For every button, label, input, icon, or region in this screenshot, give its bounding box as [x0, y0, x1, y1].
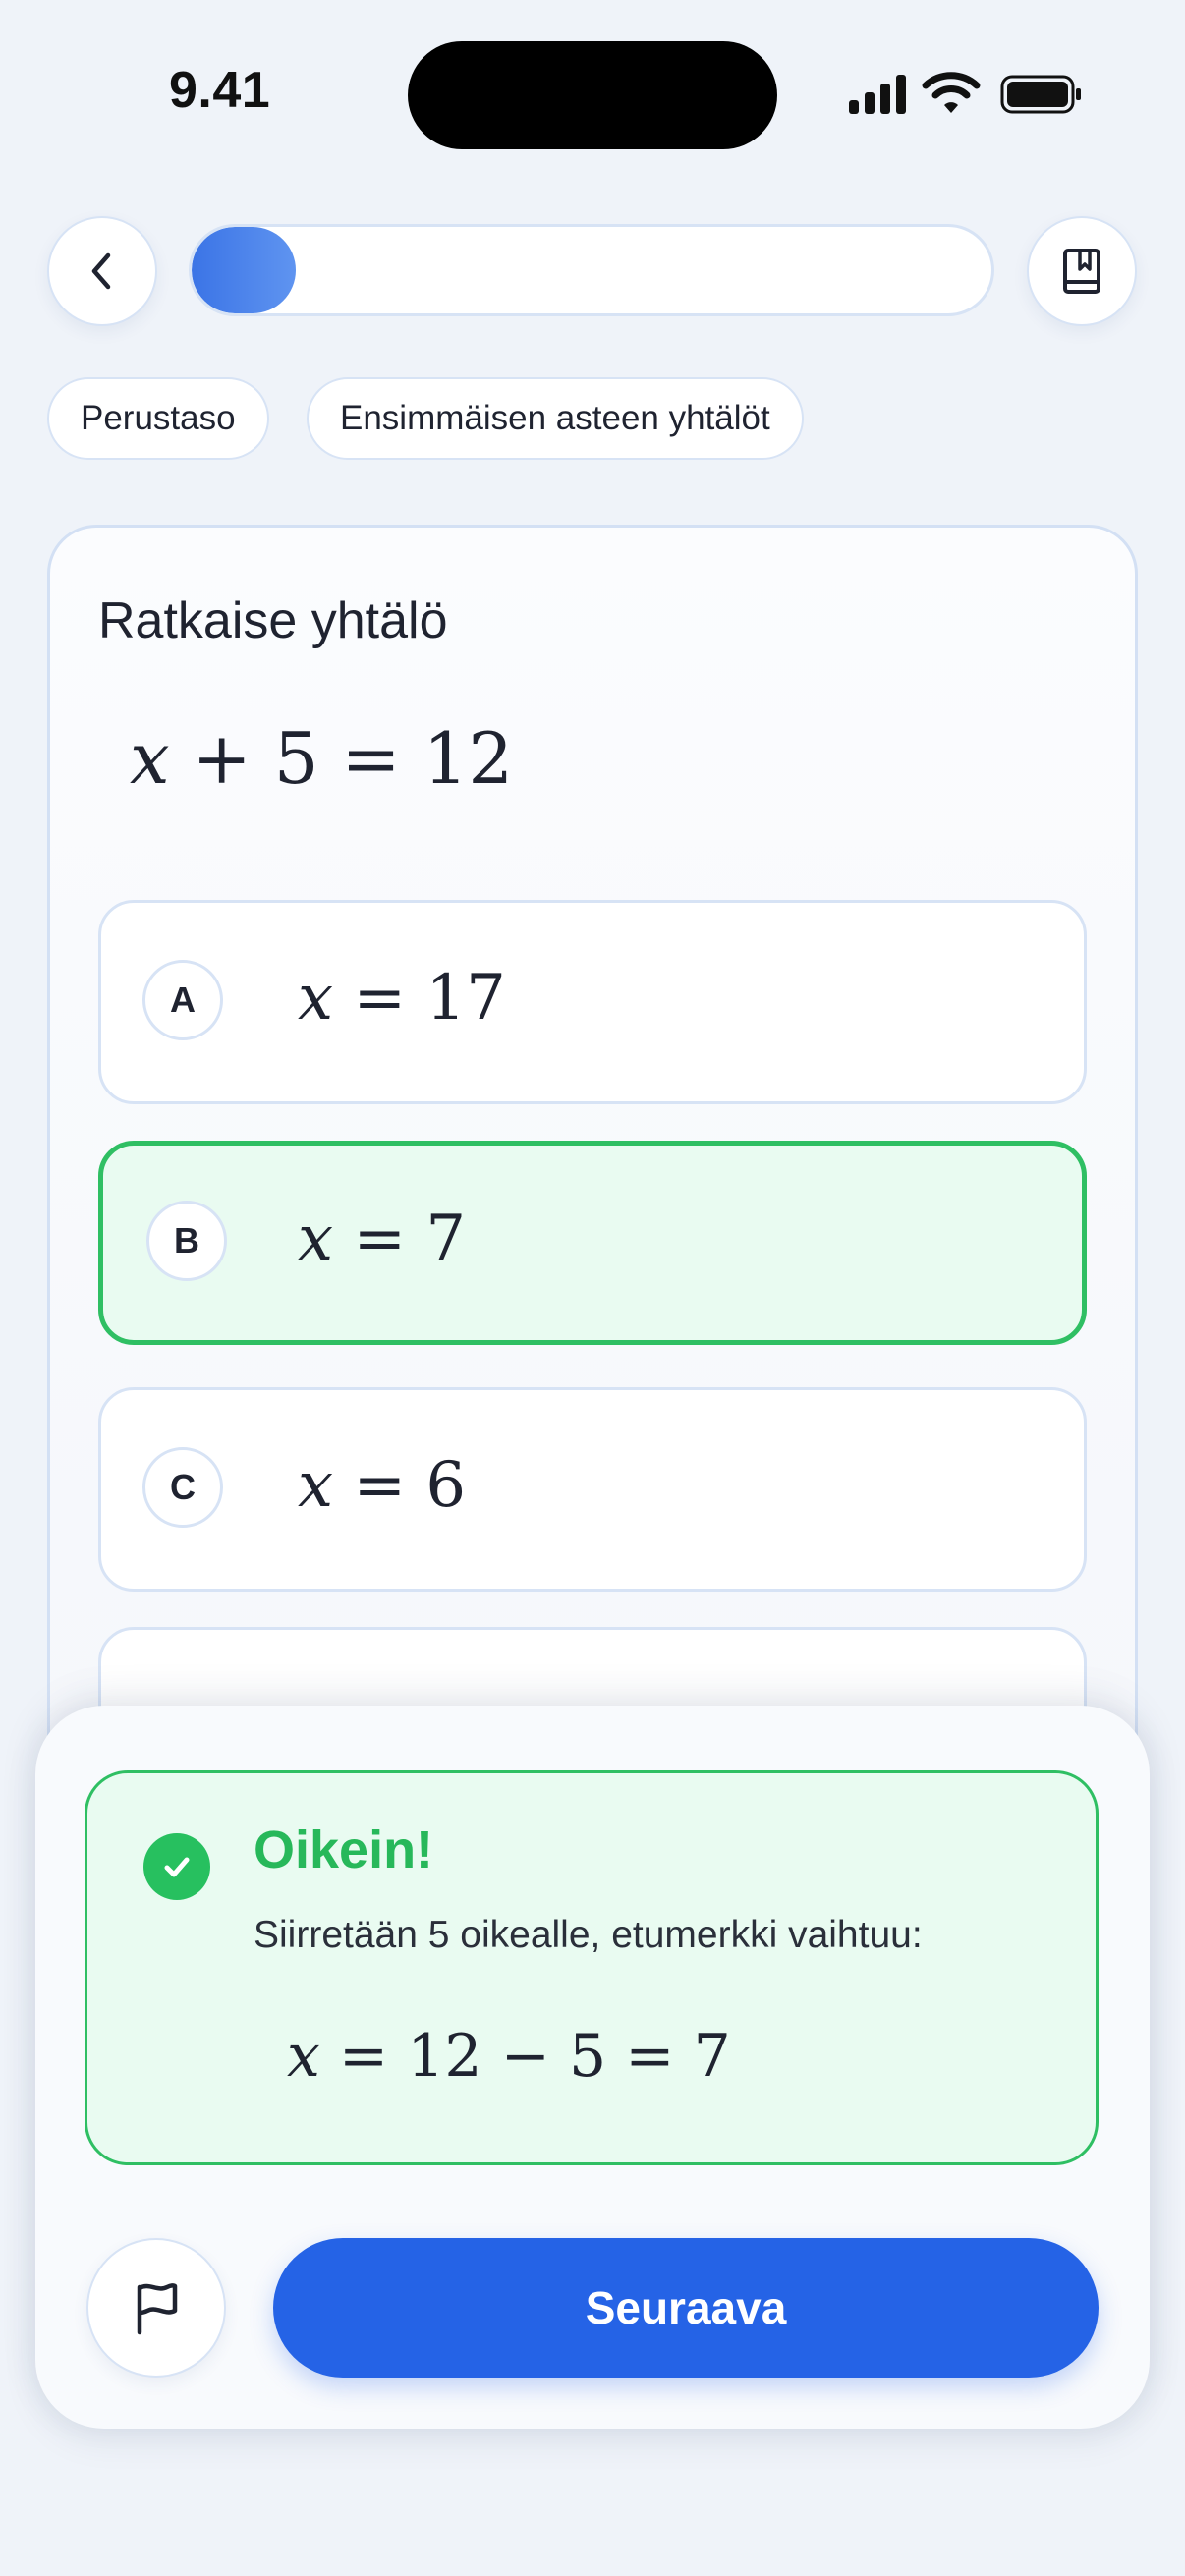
check-circle-icon — [143, 1833, 210, 1900]
option-letter: A — [142, 960, 223, 1040]
wifi-icon — [922, 72, 981, 113]
option-b[interactable]: B x = 7 — [98, 1141, 1087, 1345]
option-letter: B — [146, 1201, 227, 1281]
feedback-card — [85, 1770, 1099, 2165]
level-chip[interactable]: Perustaso — [47, 377, 269, 460]
next-button[interactable]: Seuraava — [273, 2238, 1099, 2378]
progress-bar — [189, 224, 994, 316]
progress-fill — [192, 227, 296, 313]
option-c[interactable]: C x = 6 — [98, 1387, 1087, 1592]
flag-icon — [137, 2283, 178, 2335]
back-button[interactable] — [47, 216, 157, 326]
status-time: 9.41 — [169, 62, 271, 119]
question-equation: x + 5 = 12 — [130, 717, 514, 800]
cellular-signal-icon — [849, 75, 906, 114]
chevron-left-icon — [91, 252, 111, 290]
feedback-title: Oikein! — [254, 1820, 434, 1879]
status-icons — [847, 71, 1083, 120]
bookmark-button[interactable] — [1027, 216, 1137, 326]
topic-chip[interactable]: Ensimmäisen asteen yhtälöt — [307, 377, 804, 460]
feedback-math: x = 12 − 5 = 7 — [287, 2022, 731, 2091]
option-text: x = 6 — [298, 1449, 467, 1522]
report-button[interactable] — [86, 2238, 226, 2378]
option-text: x = 17 — [298, 962, 506, 1035]
feedback-explanation: Siirretään 5 oikealle, etumerkki vaihtuu… — [254, 1914, 923, 1956]
dynamic-island — [408, 41, 777, 149]
option-letter: C — [142, 1447, 223, 1528]
option-a[interactable]: A x = 17 — [98, 900, 1087, 1104]
book-icon — [1063, 249, 1100, 294]
battery-icon — [1000, 75, 1081, 114]
option-text: x = 7 — [298, 1203, 467, 1275]
question-prompt: Ratkaise yhtälö — [98, 592, 448, 649]
